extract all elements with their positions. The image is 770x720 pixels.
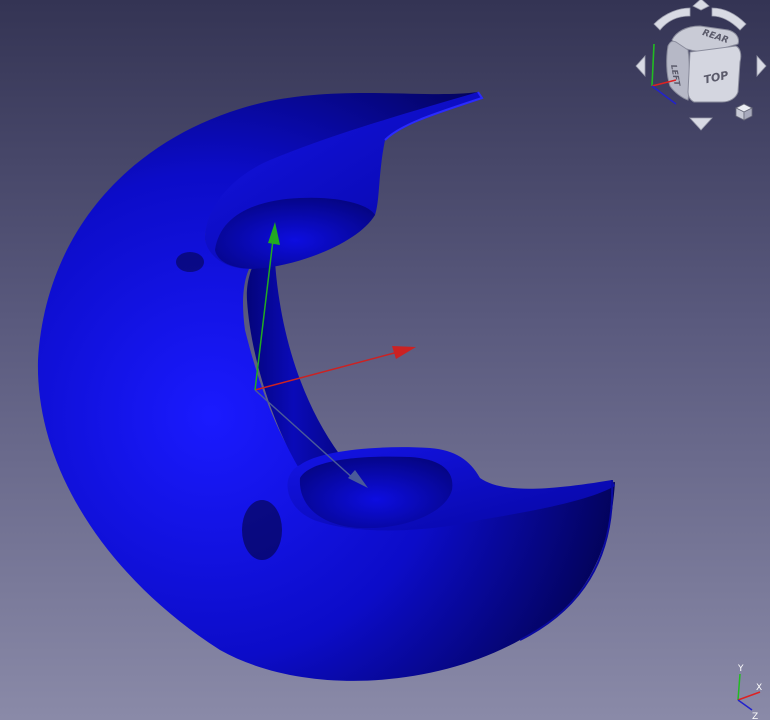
mini-axis-x-label: X — [756, 683, 762, 693]
mini-axis-z-label: Z — [752, 712, 758, 720]
arrow-down-icon[interactable] — [689, 117, 713, 131]
3d-viewport[interactable]: REAR LEFT TOP Y X Z — [0, 0, 770, 720]
view-menu-icon[interactable] — [735, 103, 753, 121]
body-shadow-upper — [176, 252, 204, 272]
cube-body[interactable]: REAR LEFT TOP — [666, 25, 742, 103]
body-shadow — [242, 500, 282, 560]
mini-axis-y-label: Y — [737, 664, 744, 674]
rotate-left-arrow-icon[interactable] — [653, 7, 691, 31]
x-axis-arrow — [392, 346, 416, 359]
arrow-left-icon[interactable] — [635, 54, 646, 78]
arrow-up-icon[interactable] — [692, 0, 710, 11]
rotate-right-arrow-icon[interactable] — [711, 7, 747, 31]
navigation-cube[interactable]: REAR LEFT TOP — [632, 0, 770, 134]
mini-axis-indicator: Y X Z — [737, 664, 762, 720]
arrow-right-icon[interactable] — [756, 54, 767, 78]
